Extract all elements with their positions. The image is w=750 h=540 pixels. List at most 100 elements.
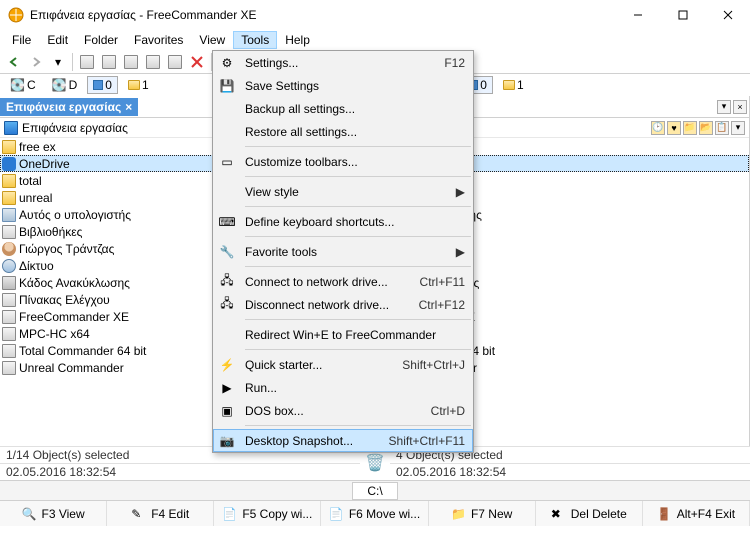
- fn-label: F5 Copy wi...: [242, 507, 312, 521]
- fn-label: F6 Move wi...: [349, 507, 420, 521]
- minimize-button[interactable]: [615, 0, 660, 30]
- menu-folder[interactable]: Folder: [76, 31, 126, 49]
- move-icon[interactable]: [99, 52, 119, 72]
- menu-bar: FileEditFolderFavoritesViewToolsHelp: [0, 30, 750, 50]
- menu-item-redirect-win-e-to-freecommander[interactable]: Redirect Win+E to FreeCommander: [213, 323, 473, 346]
- list-item-label: MPC-HC x64: [19, 327, 90, 341]
- copy-path-icon[interactable]: 📋: [715, 121, 729, 135]
- cloud-icon: [2, 157, 16, 171]
- favorite-icon[interactable]: ♥: [667, 121, 681, 135]
- menu-item-backup-all-settings[interactable]: Backup all settings...: [213, 97, 473, 120]
- left-path-label: Επιφάνεια εργασίας: [22, 121, 128, 135]
- menu-item-label: Desktop Snapshot...: [245, 434, 389, 448]
- drive-count-0[interactable]: 0: [87, 76, 118, 94]
- menu-help[interactable]: Help: [277, 31, 318, 49]
- folder-up-icon[interactable]: 📁: [683, 121, 697, 135]
- menu-item-label: Settings...: [245, 56, 444, 70]
- delete-icon[interactable]: [187, 52, 207, 72]
- menu-item-shortcut: Ctrl+F12: [419, 298, 465, 312]
- menu-item-customize-toolbars[interactable]: ▭Customize toolbars...: [213, 150, 473, 173]
- right-tab-tools: ▾ ×: [717, 100, 749, 114]
- command-path-input[interactable]: C:\: [352, 482, 397, 500]
- menu-item-save-settings[interactable]: 💾Save Settings: [213, 74, 473, 97]
- menu-item-label: Backup all settings...: [245, 102, 465, 116]
- fn-move-button[interactable]: 📄F6 Move wi...: [321, 501, 428, 526]
- list-item-label: Αυτός ο υπολογιστής: [19, 208, 131, 222]
- menu-tools[interactable]: Tools: [233, 31, 277, 49]
- fn-label: F4 Edit: [151, 507, 189, 521]
- keyboard-icon: ⌨: [217, 212, 237, 232]
- app-icon: [2, 293, 16, 307]
- edit-icon: ✎: [131, 507, 145, 521]
- menu-file[interactable]: File: [4, 31, 39, 49]
- menu-item-define-keyboard-shortcuts[interactable]: ⌨Define keyboard shortcuts...: [213, 210, 473, 233]
- menu-item-label: Redirect Win+E to FreeCommander: [245, 328, 465, 342]
- fn-new-button[interactable]: 📁F7 New: [429, 501, 536, 526]
- menu-item-label: Run...: [245, 381, 465, 395]
- edit-icon[interactable]: [165, 52, 185, 72]
- app-icon: [2, 344, 16, 358]
- list-item-label: Γιώργος Τράντζας: [19, 242, 114, 256]
- dropdown-icon[interactable]: ▾: [48, 52, 68, 72]
- dropdown-icon[interactable]: ▾: [731, 121, 745, 135]
- fn-copy-button[interactable]: 📄F5 Copy wi...: [214, 501, 321, 526]
- menu-item-label: Save Settings: [245, 79, 465, 93]
- menu-item-label: Customize toolbars...: [245, 155, 465, 169]
- close-button[interactable]: [705, 0, 750, 30]
- quick-icon: ⚡: [217, 355, 237, 375]
- app-icon: [2, 361, 16, 375]
- list-item-label: Total Commander 64 bit: [19, 344, 146, 358]
- menu-item-shortcut: Shift+Ctrl+F11: [389, 434, 465, 448]
- fn-del-button[interactable]: ✖Del Delete: [536, 501, 643, 526]
- exit-icon: 🚪: [657, 507, 671, 521]
- folder-icon: [2, 191, 16, 205]
- menu-item-quick-starter[interactable]: ⚡Quick starter...Shift+Ctrl+J: [213, 353, 473, 376]
- menu-item-view-style[interactable]: View style▶: [213, 180, 473, 203]
- page-icon[interactable]: [121, 52, 141, 72]
- menu-item-restore-all-settings[interactable]: Restore all settings...: [213, 120, 473, 143]
- drive-c[interactable]: 💽C: [4, 76, 42, 94]
- menu-item-run[interactable]: ▶Run...: [213, 376, 473, 399]
- recycle-bin-icon[interactable]: 🗑️: [365, 453, 385, 473]
- view-icon: 🔍: [22, 507, 36, 521]
- menu-item-dos-box[interactable]: ▣DOS box...Ctrl+D: [213, 399, 473, 422]
- menu-item-desktop-snapshot[interactable]: 📷Desktop Snapshot...Shift+Ctrl+F11: [213, 429, 473, 452]
- tools-menu: ⚙Settings...F12💾Save Settings Backup all …: [212, 50, 474, 453]
- back-button[interactable]: [4, 52, 24, 72]
- menu-item-disconnect-network-drive[interactable]: 🖧Disconnect network drive...Ctrl+F12: [213, 293, 473, 316]
- dropdown-icon[interactable]: ▾: [717, 100, 731, 114]
- fn-label: Alt+F4 Exit: [677, 507, 735, 521]
- list-item-label: FreeCommander XE: [19, 310, 129, 324]
- forward-button[interactable]: [26, 52, 46, 72]
- page2-icon[interactable]: [143, 52, 163, 72]
- copy-icon[interactable]: [77, 52, 97, 72]
- menu-item-label: Favorite tools: [245, 245, 452, 259]
- fn-view-button[interactable]: 🔍F3 View: [0, 501, 107, 526]
- right-status-date: 02.05.2016 18:32:54: [390, 463, 750, 480]
- close-icon[interactable]: ×: [733, 100, 747, 114]
- menu-favorites[interactable]: Favorites: [126, 31, 191, 49]
- fn-edit-button[interactable]: ✎ F4 Edit: [107, 501, 214, 526]
- bin-icon: [2, 276, 16, 290]
- fn-exit-button[interactable]: 🚪 Alt+F4 Exit: [643, 501, 750, 526]
- maximize-button[interactable]: [660, 0, 705, 30]
- close-tab-icon[interactable]: ×: [125, 100, 132, 114]
- title-bar: Επιφάνεια εργασίας - FreeCommander XE: [0, 0, 750, 30]
- submenu-arrow-icon: ▶: [456, 185, 465, 199]
- menu-item-shortcut: Ctrl+D: [431, 404, 465, 418]
- blank-icon: [217, 325, 237, 345]
- menu-item-connect-to-network-drive[interactable]: 🖧Connect to network drive...Ctrl+F11: [213, 270, 473, 293]
- drive-folder-1-r[interactable]: 1: [497, 76, 530, 94]
- drive-d[interactable]: 💽D: [46, 76, 84, 94]
- drive-folder-1[interactable]: 1: [122, 76, 155, 94]
- menu-item-favorite-tools[interactable]: 🔧Favorite tools▶: [213, 240, 473, 263]
- menu-edit[interactable]: Edit: [39, 31, 76, 49]
- function-key-bar: 🔍F3 View ✎ F4 Edit 📄F5 Copy wi...📄F6 Move w…: [0, 500, 750, 526]
- dos-icon: ▣: [217, 401, 237, 421]
- fav-icon: 🔧: [217, 242, 237, 262]
- menu-view[interactable]: View: [191, 31, 233, 49]
- left-tab[interactable]: Επιφάνεια εργασίας ×: [0, 98, 138, 116]
- folder-icon[interactable]: 📂: [699, 121, 713, 135]
- history-icon[interactable]: 🕑: [651, 121, 665, 135]
- menu-item-settings[interactable]: ⚙Settings...F12: [213, 51, 473, 74]
